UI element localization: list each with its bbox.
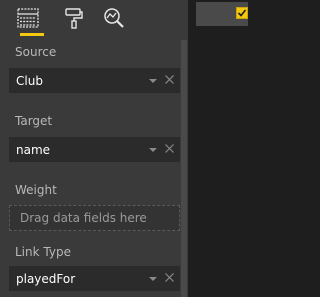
visualizations-pane: Source Club Target name Weight Drag data… — [0, 0, 248, 297]
chevron-down-icon[interactable] — [149, 277, 157, 281]
source-field-well[interactable]: Club — [9, 68, 180, 93]
link-type-field-well[interactable]: playedFor — [9, 266, 180, 291]
tab-analytics[interactable] — [96, 0, 132, 36]
pane-toolbar — [0, 0, 188, 36]
link-type-label: Link Type — [15, 245, 71, 259]
target-label: Target — [15, 114, 53, 128]
close-icon[interactable] — [164, 143, 175, 154]
target-field-well[interactable]: name — [9, 137, 180, 162]
source-label: Source — [15, 45, 57, 59]
chevron-down-icon[interactable] — [149, 148, 157, 152]
checkbox-checked-icon[interactable] — [236, 7, 248, 19]
drop-zone-placeholder: Drag data fields here — [20, 211, 147, 225]
weight-label: Weight — [15, 183, 57, 197]
weight-drop-zone[interactable]: Drag data fields here — [9, 205, 180, 231]
close-icon[interactable] — [164, 74, 175, 85]
source-field-value: Club — [16, 74, 43, 88]
tab-format[interactable] — [56, 0, 92, 36]
paint-roller-icon — [64, 7, 84, 29]
link-type-field-value: playedFor — [16, 272, 76, 286]
vertical-scrollbar[interactable] — [181, 40, 187, 297]
target-field-value: name — [16, 143, 51, 157]
analytics-magnifier-icon — [103, 7, 125, 29]
fields-grid-icon — [17, 8, 39, 28]
chevron-down-icon[interactable] — [149, 79, 157, 83]
fields-panel: Source Club Target name Weight Drag data… — [0, 0, 188, 297]
close-icon[interactable] — [164, 272, 175, 283]
tab-fields[interactable] — [10, 0, 46, 36]
